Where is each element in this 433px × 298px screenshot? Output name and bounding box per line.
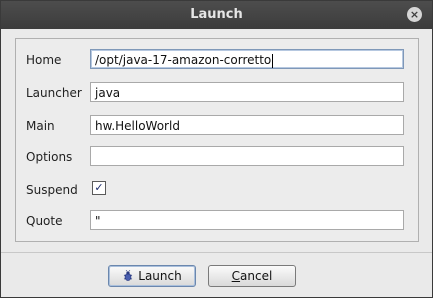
- home-value: /opt/java-17-amazon-corretto: [95, 53, 272, 67]
- form-panel: Home /opt/java-17-amazon-corretto Launch…: [15, 38, 419, 242]
- cancel-button[interactable]: Cancel: [208, 265, 296, 287]
- title-bar: Launch ×: [1, 1, 432, 29]
- launcher-row: Launcher java: [16, 82, 418, 106]
- quote-label: Quote: [26, 214, 63, 228]
- launcher-field[interactable]: java: [90, 82, 404, 102]
- suspend-row: Suspend ✓: [16, 179, 418, 203]
- window-title: Launch: [190, 7, 243, 22]
- main-class-field[interactable]: hw.HelloWorld: [90, 115, 404, 135]
- suspend-label: Suspend: [26, 183, 78, 197]
- options-field[interactable]: [90, 146, 404, 166]
- launch-button-label: Launch: [138, 269, 182, 283]
- launch-dialog: Launch × Home /opt/java-17-amazon-corret…: [0, 0, 433, 298]
- options-label: Options: [26, 150, 73, 164]
- cancel-button-label: ancel: [240, 269, 273, 283]
- home-label: Home: [26, 53, 62, 67]
- quote-row: Quote ": [16, 210, 418, 234]
- main-label: Main: [26, 119, 55, 133]
- options-row: Options: [16, 146, 418, 170]
- quote-field[interactable]: ": [90, 210, 404, 230]
- close-icon[interactable]: ×: [407, 7, 422, 22]
- text-caret: [272, 53, 274, 68]
- home-row: Home /opt/java-17-amazon-corretto: [16, 49, 418, 73]
- suspend-checkbox[interactable]: ✓: [92, 181, 106, 195]
- bug-icon: [124, 270, 133, 281]
- divider: [1, 252, 432, 253]
- launcher-label: Launcher: [26, 86, 82, 100]
- home-field[interactable]: /opt/java-17-amazon-corretto: [90, 49, 404, 69]
- main-row: Main hw.HelloWorld: [16, 115, 418, 139]
- launch-button[interactable]: Launch: [108, 265, 196, 287]
- cancel-mnemonic: C: [231, 269, 241, 283]
